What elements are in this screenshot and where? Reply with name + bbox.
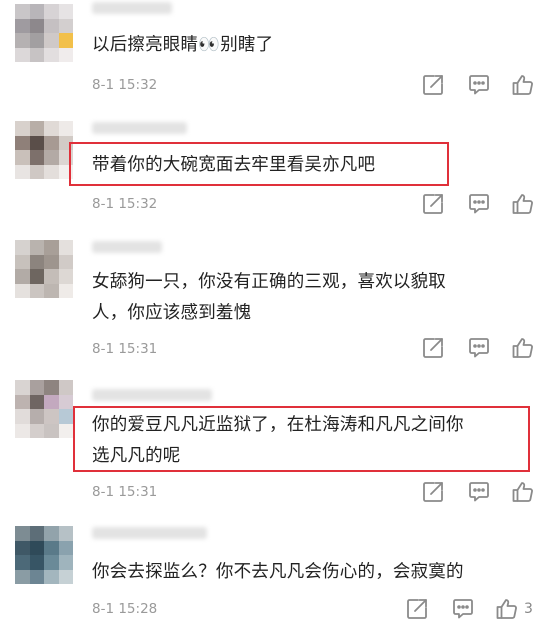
avatar[interactable] bbox=[15, 4, 73, 62]
avatar[interactable] bbox=[15, 526, 73, 584]
like-count: 3 bbox=[524, 601, 533, 617]
comment-text: 以后擦亮眼睛👀别瞎了 bbox=[92, 35, 274, 55]
comment-icon[interactable] bbox=[466, 191, 492, 217]
avatar[interactable] bbox=[15, 380, 73, 438]
comment-icon[interactable] bbox=[466, 335, 492, 361]
share-icon[interactable] bbox=[420, 335, 446, 361]
username-blurred bbox=[92, 2, 172, 14]
share-icon[interactable] bbox=[420, 72, 446, 98]
comment-text: 你会去探监么？你不去凡凡会伤心的，会寂寞的 bbox=[92, 562, 464, 582]
comment-time: 8-1 15:32 bbox=[92, 77, 158, 93]
share-icon[interactable] bbox=[420, 191, 446, 217]
like-icon[interactable] bbox=[510, 191, 536, 217]
like-icon[interactable] bbox=[494, 596, 520, 622]
like-icon[interactable] bbox=[510, 479, 536, 505]
comment-icon[interactable] bbox=[466, 479, 492, 505]
comment-text: 女舔狗一只，你没有正确的三观，喜欢以貌取 人，你应该感到羞愧 bbox=[92, 272, 446, 323]
username-blurred bbox=[92, 389, 212, 401]
username-blurred bbox=[92, 241, 162, 253]
comment-icon[interactable] bbox=[450, 596, 476, 622]
comment-time: 8-1 15:32 bbox=[92, 196, 158, 212]
comment-time: 8-1 15:31 bbox=[92, 341, 158, 357]
like-icon[interactable] bbox=[510, 335, 536, 361]
highlight-box bbox=[73, 406, 530, 472]
comment-time: 8-1 15:31 bbox=[92, 484, 158, 500]
share-icon[interactable] bbox=[420, 479, 446, 505]
comment-time: 8-1 15:28 bbox=[92, 601, 158, 617]
comment-icon[interactable] bbox=[466, 72, 492, 98]
highlight-box bbox=[69, 142, 449, 186]
username-blurred bbox=[92, 122, 187, 134]
like-icon[interactable] bbox=[510, 72, 536, 98]
username-blurred bbox=[92, 527, 207, 539]
share-icon[interactable] bbox=[404, 596, 430, 622]
avatar[interactable] bbox=[15, 240, 73, 298]
avatar[interactable] bbox=[15, 121, 73, 179]
